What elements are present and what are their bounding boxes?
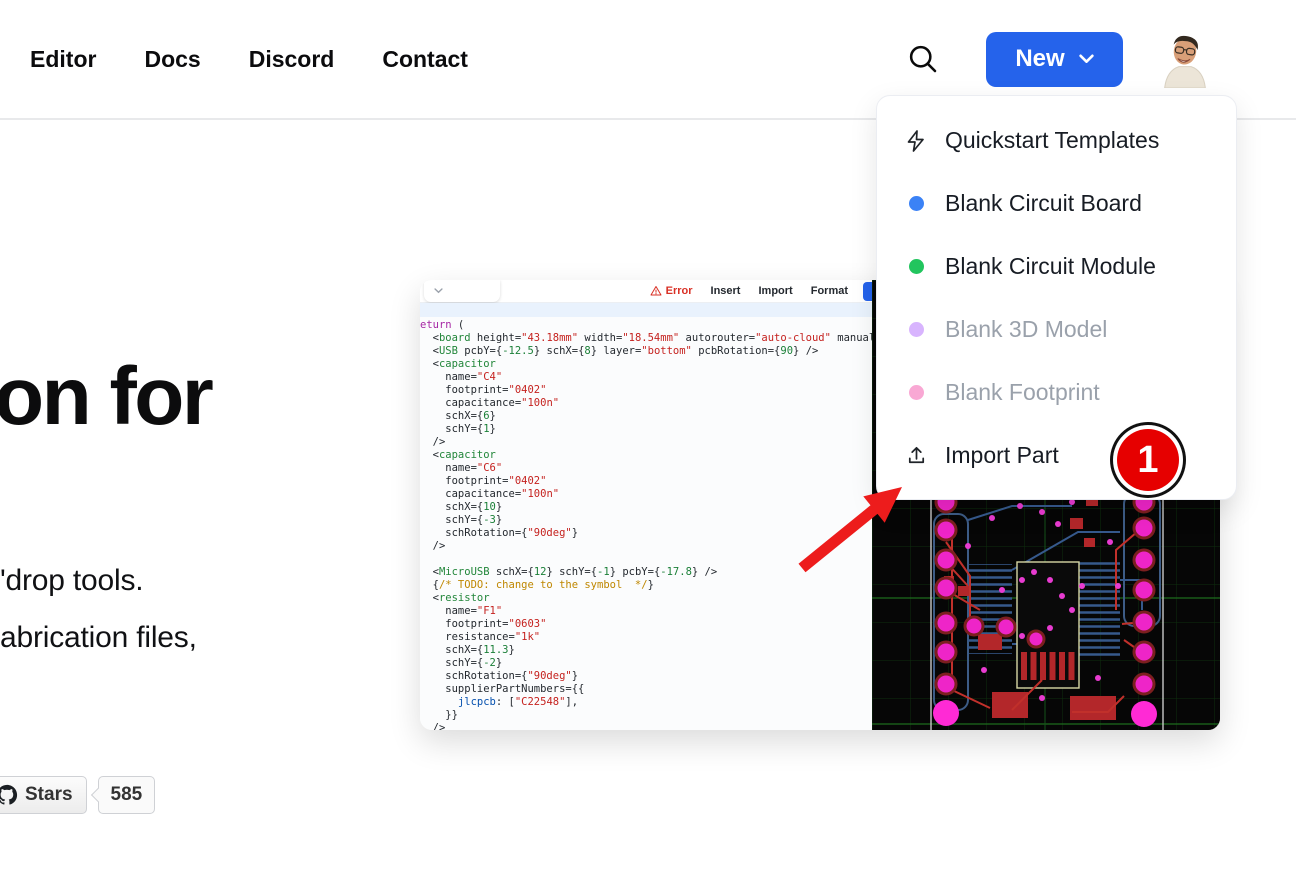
- menu-item-blank-circuit-board[interactable]: Blank Circuit Board: [877, 172, 1236, 235]
- code-editor-pane: Error Insert Import Format eturn ( <boar…: [420, 280, 872, 730]
- nav-item-discord[interactable]: Discord: [249, 46, 335, 73]
- code-line: <capacitor: [420, 358, 872, 371]
- upload-icon: [903, 443, 929, 469]
- code-line: jlcpcb: ["C22548"],: [420, 696, 872, 709]
- hero-body-text: 'drop tools. abrication files,: [0, 552, 197, 666]
- error-label: Error: [666, 285, 693, 297]
- green-dot-icon: [909, 259, 924, 274]
- user-avatar[interactable]: [1158, 31, 1212, 88]
- nav-right-group: New: [906, 31, 1296, 88]
- code-line: capacitance="100n": [420, 397, 872, 410]
- code-line: [420, 553, 872, 566]
- chevron-down-icon: [1079, 54, 1094, 64]
- code-line: supplierPartNumbers={{: [420, 683, 872, 696]
- menu-item-label: Blank Circuit Module: [945, 253, 1156, 280]
- editor-file-tab[interactable]: [424, 280, 500, 302]
- code-line: schX={6}: [420, 410, 872, 423]
- code-line: capacitance="100n": [420, 488, 872, 501]
- search-button[interactable]: [906, 42, 940, 76]
- code-line: eturn (: [420, 319, 872, 332]
- code-line: />: [420, 722, 872, 730]
- new-button-label: New: [1015, 45, 1064, 73]
- code-line: schY={-2}: [420, 657, 872, 670]
- purple-dot-icon: [909, 322, 924, 337]
- tab-chevron-icon: [434, 288, 443, 294]
- hero-heading-fragment: on for: [0, 350, 211, 444]
- menu-item-blank-footprint[interactable]: Blank Footprint: [877, 361, 1236, 424]
- code-line: schX={10}: [420, 501, 872, 514]
- github-stars-button[interactable]: Stars: [0, 776, 87, 814]
- code-line: />: [420, 540, 872, 553]
- nav-links: Editor Docs Discord Contact: [0, 46, 468, 73]
- hero-body-line-1: 'drop tools.: [0, 552, 197, 609]
- code-line: name="F1": [420, 605, 872, 618]
- menu-item-quickstart-templates[interactable]: Quickstart Templates: [877, 109, 1236, 172]
- code-line: schY={1}: [420, 423, 872, 436]
- code-line: {/* TODO: change to the symbol */}: [420, 579, 872, 592]
- code-line: <resistor: [420, 592, 872, 605]
- menu-item-label: Blank Circuit Board: [945, 190, 1142, 217]
- search-icon: [907, 43, 939, 75]
- insert-button[interactable]: Insert: [711, 285, 741, 297]
- code-line: name="C4": [420, 371, 872, 384]
- lightning-icon: [903, 128, 929, 154]
- new-button[interactable]: New: [986, 32, 1123, 87]
- code-line: footprint="0402": [420, 384, 872, 397]
- github-star-count[interactable]: 585: [98, 776, 156, 814]
- menu-item-label: Import Part: [945, 442, 1059, 469]
- import-button[interactable]: Import: [758, 285, 792, 297]
- nav-item-docs[interactable]: Docs: [144, 46, 200, 73]
- code-line: footprint="0603": [420, 618, 872, 631]
- code-line: schRotation={"90deg"}: [420, 670, 872, 683]
- code-line: footprint="0402": [420, 475, 872, 488]
- menu-item-blank-circuit-module[interactable]: Blank Circuit Module: [877, 235, 1236, 298]
- code-line: schX={11.3}: [420, 644, 872, 657]
- format-button[interactable]: Format: [811, 285, 848, 297]
- blue-dot-icon: [909, 196, 924, 211]
- menu-item-label: Blank Footprint: [945, 379, 1100, 406]
- error-indicator[interactable]: Error: [650, 285, 693, 297]
- warning-icon: [650, 285, 662, 297]
- menu-item-label: Blank 3D Model: [945, 316, 1107, 343]
- editor-highlight-band: [420, 303, 872, 317]
- code-line: />: [420, 436, 872, 449]
- code-line: schRotation={"90deg"}: [420, 527, 872, 540]
- code-line: <USB pcbY={-12.5} schX={8} layer="bottom…: [420, 345, 872, 358]
- menu-item-blank-3d-model[interactable]: Blank 3D Model: [877, 298, 1236, 361]
- nav-item-contact[interactable]: Contact: [382, 46, 468, 73]
- code-line: <MicroUSB schX={12} schY={-1} pcbY={-17.…: [420, 566, 872, 579]
- code-line: }}: [420, 709, 872, 722]
- hero-body-line-2: abrication files,: [0, 609, 197, 666]
- github-stars-label: Stars: [25, 784, 73, 806]
- menu-item-label: Quickstart Templates: [945, 127, 1159, 154]
- code-line: <board height="43.18mm" width="18.54mm" …: [420, 332, 872, 345]
- github-icon: [0, 784, 18, 806]
- nav-item-editor[interactable]: Editor: [30, 46, 96, 73]
- run-button-sliver[interactable]: [863, 282, 872, 301]
- tour-step-badge: 1: [1110, 422, 1186, 498]
- github-stars-widget: Stars 585: [0, 776, 155, 814]
- code-line: resistance="1k": [420, 631, 872, 644]
- code-line: <capacitor: [420, 449, 872, 462]
- code-line: name="C6": [420, 462, 872, 475]
- tour-step-number: 1: [1117, 429, 1179, 491]
- code-lines[interactable]: eturn ( <board height="43.18mm" width="1…: [420, 319, 872, 730]
- new-dropdown-menu: Quickstart Templates Blank Circuit Board…: [876, 95, 1237, 500]
- code-line: schY={-3}: [420, 514, 872, 527]
- pink-dot-icon: [909, 385, 924, 400]
